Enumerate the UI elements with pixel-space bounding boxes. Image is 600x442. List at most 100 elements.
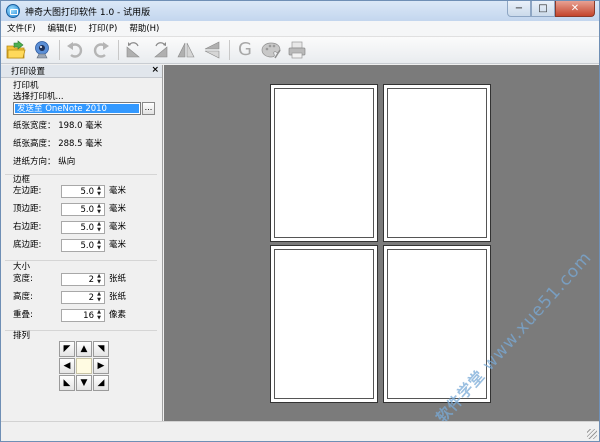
align-bottom-button[interactable]: ▼ [76, 375, 92, 391]
print-button[interactable] [286, 39, 308, 61]
top-margin-unit: 毫米 [109, 204, 127, 214]
paper-width-text: 纸张宽度： 198.0 毫米 [13, 121, 103, 131]
width-label: 宽度: [13, 274, 33, 284]
window-title: 神奇大图打印软件 1.0 - 试用版 [25, 7, 151, 18]
menu-edit[interactable]: 编辑(E) [42, 21, 83, 37]
align-top-button[interactable]: ▲ [76, 341, 92, 357]
rotate-left-button[interactable] [123, 39, 145, 61]
menu-help[interactable]: 帮助(H) [123, 21, 165, 37]
spin-arrows[interactable]: ▲ ▼ [95, 274, 103, 285]
align-right-button[interactable]: ▶ [93, 358, 109, 374]
right-margin-spinbox[interactable]: 5.0 ▲ ▼ [61, 221, 105, 234]
bottom-margin-spinbox[interactable]: 5.0 ▲ ▼ [61, 239, 105, 252]
rotate-left-icon [126, 42, 140, 58]
toolbar-separator [59, 40, 60, 60]
g-icon: G [238, 39, 252, 60]
toolbar-separator [118, 40, 119, 60]
align-bottom-left-button[interactable]: ◣ [59, 375, 75, 391]
minimize-button[interactable]: − [507, 1, 531, 17]
flip-vertical-icon [204, 41, 220, 59]
left-margin-label: 左边距: [13, 186, 42, 196]
top-margin-spinbox[interactable]: 5.0 ▲ ▼ [61, 203, 105, 216]
width-value: 2 [88, 275, 94, 285]
spin-arrows[interactable]: ▲ ▼ [95, 222, 103, 233]
preview-page [383, 84, 491, 242]
preview-page [270, 245, 378, 403]
printer-icon [288, 41, 306, 59]
webcam-icon [35, 41, 49, 59]
spin-down-icon: ▼ [97, 315, 101, 321]
overlap-value: 16 [83, 311, 94, 321]
spin-arrows[interactable]: ▲ ▼ [95, 204, 103, 215]
browse-printer-button[interactable]: ... [142, 102, 155, 115]
spin-down-icon: ▼ [97, 227, 101, 233]
panel-title: 打印设置 [11, 67, 46, 77]
panel-header: 打印设置 × [1, 65, 162, 78]
toolbar-separator [229, 40, 230, 60]
right-margin-value: 5.0 [80, 223, 94, 233]
webcam-button[interactable] [31, 39, 53, 61]
spin-down-icon: ▼ [97, 245, 101, 251]
width-spinbox[interactable]: 2 ▲ ▼ [61, 273, 105, 286]
spin-down-icon: ▼ [97, 279, 101, 285]
spin-arrows[interactable]: ▲ ▼ [95, 292, 103, 303]
app-icon [6, 4, 20, 18]
rotate-right-icon [154, 42, 168, 58]
open-button[interactable] [5, 39, 27, 61]
undo-button[interactable] [64, 39, 86, 61]
arrangement-grid: ◤ ▲ ◥ ◀ ▶ ◣ ▼ ◢ [59, 341, 109, 391]
align-bottom-right-button[interactable]: ◢ [93, 375, 109, 391]
spin-arrows[interactable]: ▲ ▼ [95, 186, 103, 197]
printer-field[interactable]: 发送至 OneNote 2010 [13, 102, 141, 115]
print-settings-panel: 打印设置 × 打印机 选择打印机... 发送至 OneNote 2010 ...… [1, 65, 163, 421]
bottom-margin-label: 底边距: [13, 240, 42, 250]
redo-button[interactable] [90, 39, 112, 61]
printer-field-value: 发送至 OneNote 2010 [15, 104, 139, 114]
overlap-unit: 像素 [109, 310, 127, 320]
maximize-button[interactable]: □ [531, 1, 555, 17]
title-bar: 神奇大图打印软件 1.0 - 试用版 − □ ✕ [1, 1, 599, 21]
spin-down-icon: ▼ [97, 209, 101, 215]
rotate-right-button[interactable] [149, 39, 171, 61]
spin-arrows[interactable]: ▲ ▼ [95, 310, 103, 321]
align-top-left-button[interactable]: ◤ [59, 341, 75, 357]
menu-file[interactable]: 文件(F) [1, 21, 42, 37]
spin-down-icon: ▼ [97, 191, 101, 197]
app-window: 神奇大图打印软件 1.0 - 试用版 − □ ✕ 文件(F) 编辑(E) 打印(… [0, 0, 600, 442]
palette-button[interactable] [260, 39, 282, 61]
height-label: 高度: [13, 292, 33, 302]
right-margin-unit: 毫米 [109, 222, 127, 232]
overlap-spinbox[interactable]: 16 ▲ ▼ [61, 309, 105, 322]
arrangement-section-title: 排列 [13, 331, 31, 341]
g-button[interactable]: G [234, 39, 256, 61]
left-margin-spinbox[interactable]: 5.0 ▲ ▼ [61, 185, 105, 198]
paper-height-text: 纸张高度： 288.5 毫米 [13, 139, 103, 149]
height-spinbox[interactable]: 2 ▲ ▼ [61, 291, 105, 304]
align-center-button[interactable] [76, 358, 92, 374]
left-margin-value: 5.0 [80, 187, 94, 197]
top-margin-value: 5.0 [80, 205, 94, 215]
menu-bar: 文件(F) 编辑(E) 打印(P) 帮助(H) [1, 21, 599, 37]
resize-grip[interactable] [587, 429, 597, 439]
close-button[interactable]: ✕ [555, 1, 595, 17]
flip-horizontal-icon [177, 42, 195, 58]
bottom-margin-value: 5.0 [80, 241, 94, 251]
top-margin-label: 顶边距: [13, 204, 42, 214]
align-top-right-button[interactable]: ◥ [93, 341, 109, 357]
align-left-button[interactable]: ◀ [59, 358, 75, 374]
spin-arrows[interactable]: ▲ ▼ [95, 240, 103, 251]
undo-icon [67, 42, 83, 58]
feed-direction-text: 进纸方向： 纵向 [13, 157, 76, 167]
open-folder-icon [6, 40, 26, 59]
flip-horizontal-button[interactable] [175, 39, 197, 61]
left-margin-unit: 毫米 [109, 186, 127, 196]
menu-print[interactable]: 打印(P) [83, 21, 124, 37]
window-controls: − □ ✕ [507, 1, 595, 19]
print-preview-area[interactable] [164, 65, 599, 421]
spin-down-icon: ▼ [97, 297, 101, 303]
preview-page [270, 84, 378, 242]
panel-close-button[interactable]: × [151, 65, 159, 75]
flip-vertical-button[interactable] [201, 39, 223, 61]
redo-icon [93, 42, 109, 58]
status-bar [1, 421, 599, 441]
